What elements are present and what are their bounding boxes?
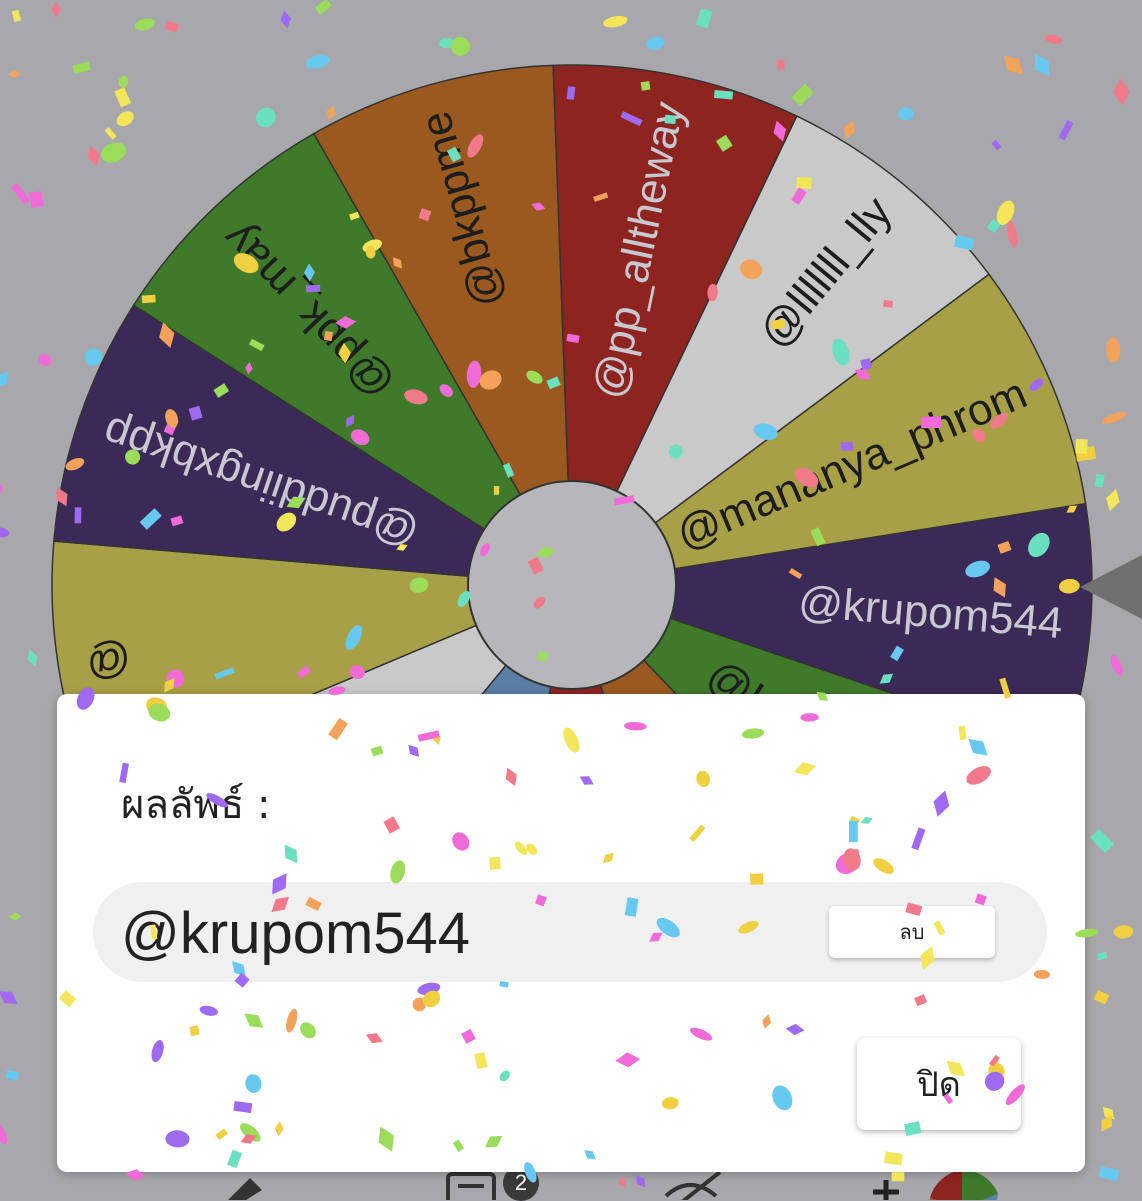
- wheel-hub[interactable]: [467, 480, 677, 690]
- delete-button[interactable]: ลบ: [829, 906, 995, 958]
- wheel-pointer-icon: [1080, 555, 1142, 619]
- checklist-icon[interactable]: [446, 1172, 496, 1200]
- wheel-theme-icon[interactable]: [929, 1172, 998, 1200]
- edit-icon[interactable]: [228, 1178, 262, 1200]
- dialog-title: ผลลัพธ์ :: [121, 782, 271, 828]
- hide-eye-icon[interactable]: [664, 1172, 722, 1200]
- bottom-toolbar: [0, 1172, 1142, 1200]
- close-button[interactable]: ปิด: [857, 1038, 1021, 1130]
- add-icon[interactable]: [873, 1180, 899, 1200]
- wheel-segment-label: @: [83, 634, 135, 689]
- result-value: @krupom544: [121, 901, 471, 966]
- result-field: @krupom544 ลบ: [93, 882, 1047, 982]
- result-dialog: ผลลัพธ์ : @krupom544 ลบ ปิด: [57, 694, 1085, 1172]
